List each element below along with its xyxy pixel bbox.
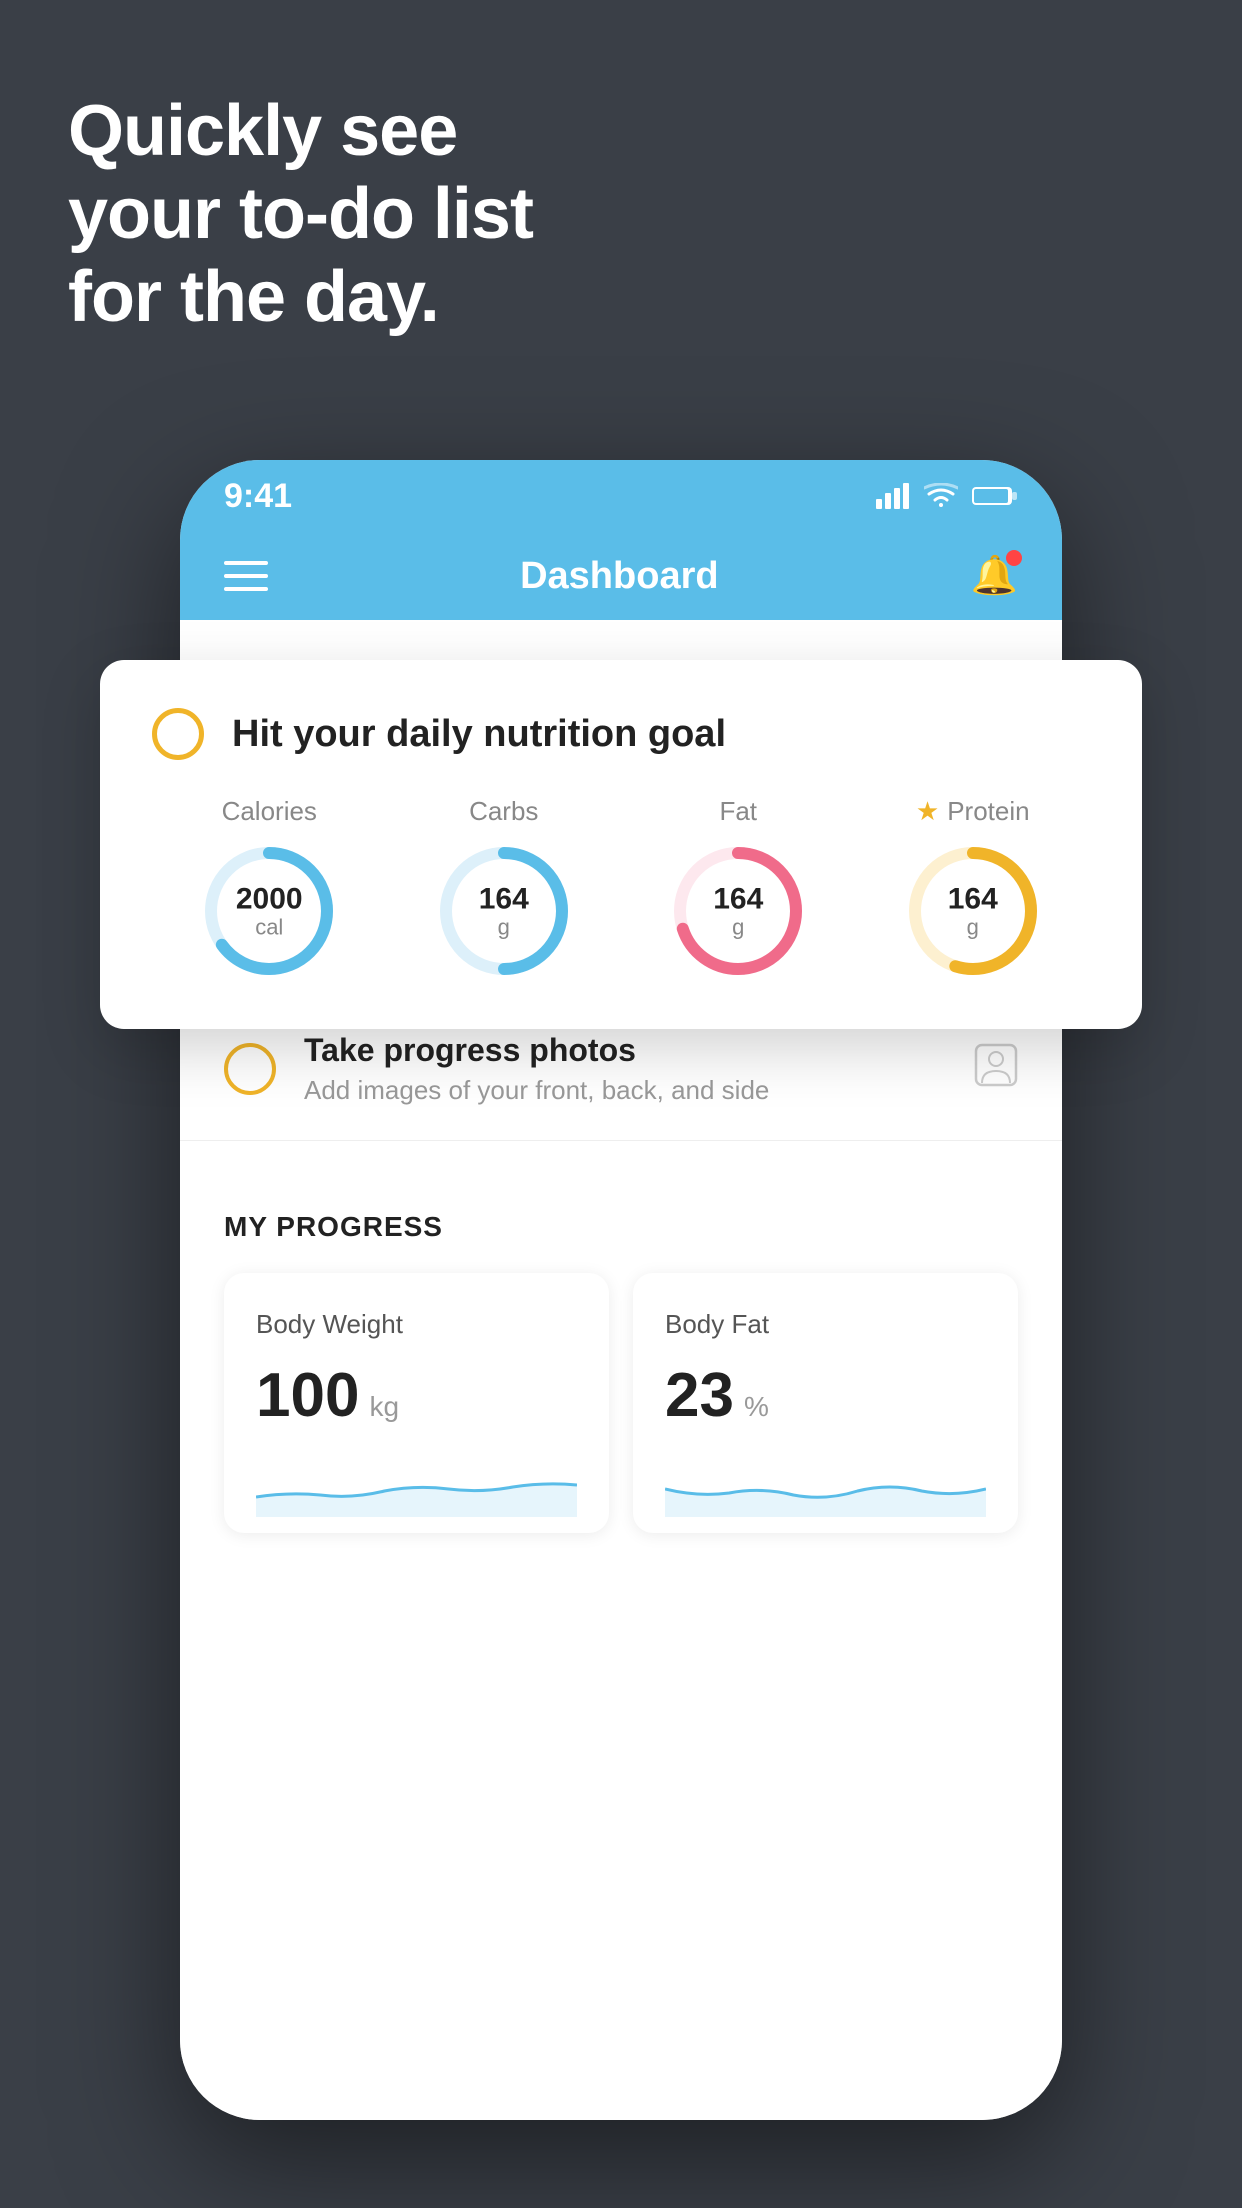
- status-bar: 9:41: [180, 460, 1062, 532]
- progress-header: MY PROGRESS: [224, 1211, 1018, 1243]
- todo-subtitle-photos: Add images of your front, back, and side: [304, 1075, 946, 1106]
- body-weight-value-row: 100 kg: [256, 1360, 577, 1431]
- nutrition-calories: Calories 2000 cal: [199, 796, 339, 981]
- hero-line2: your to-do list: [68, 173, 533, 256]
- carbs-value: 164 g: [479, 882, 529, 939]
- nutrition-protein: ★ Protein 164 g: [903, 796, 1043, 981]
- status-time: 9:41: [224, 477, 292, 516]
- body-weight-title: Body Weight: [256, 1309, 577, 1340]
- body-weight-unit: kg: [369, 1391, 399, 1423]
- calories-value: 2000 cal: [236, 882, 303, 939]
- body-fat-chart: [665, 1447, 986, 1517]
- body-fat-title: Body Fat: [665, 1309, 986, 1340]
- carbs-label: Carbs: [469, 796, 538, 827]
- notification-dot: [1006, 550, 1022, 566]
- protein-label: ★ Protein: [916, 796, 1030, 827]
- protein-star-icon: ★: [916, 796, 939, 827]
- carbs-circle: 164 g: [434, 841, 574, 981]
- protein-value: 164 g: [948, 882, 998, 939]
- nutrition-check-circle[interactable]: [152, 708, 204, 760]
- todo-check-photos[interactable]: [224, 1043, 276, 1095]
- body-fat-unit: %: [744, 1391, 769, 1423]
- protein-circle: 164 g: [903, 841, 1043, 981]
- body-fat-value: 23: [665, 1360, 734, 1431]
- wifi-icon: [924, 483, 958, 509]
- hero-text: Quickly see your to-do list for the day.: [68, 90, 533, 338]
- nutrition-card: Hit your daily nutrition goal Calories 2…: [100, 660, 1142, 1029]
- progress-cards: Body Weight 100 kg Body Fat 23 %: [224, 1273, 1018, 1533]
- body-weight-chart: [256, 1447, 577, 1517]
- nutrition-card-title: Hit your daily nutrition goal: [232, 713, 726, 756]
- calories-label: Calories: [222, 796, 317, 827]
- body-fat-value-row: 23 %: [665, 1360, 986, 1431]
- todo-title-photos: Take progress photos: [304, 1032, 946, 1069]
- progress-section: MY PROGRESS Body Weight 100 kg Body Fat: [180, 1171, 1062, 1533]
- person-icon: [974, 1043, 1018, 1096]
- nutrition-row: Calories 2000 cal Carbs: [152, 796, 1090, 981]
- bell-button[interactable]: 🔔: [971, 554, 1018, 598]
- hamburger-menu[interactable]: [224, 561, 268, 591]
- hero-line3: for the day.: [68, 256, 533, 339]
- body-fat-card[interactable]: Body Fat 23 %: [633, 1273, 1018, 1533]
- body-weight-card[interactable]: Body Weight 100 kg: [224, 1273, 609, 1533]
- signal-icon: [876, 483, 910, 509]
- nutrition-carbs: Carbs 164 g: [434, 796, 574, 981]
- status-icons: [876, 483, 1018, 509]
- fat-value: 164 g: [713, 882, 763, 939]
- nutrition-fat: Fat 164 g: [668, 796, 808, 981]
- calories-circle: 2000 cal: [199, 841, 339, 981]
- body-weight-value: 100: [256, 1360, 359, 1431]
- app-header: Dashboard 🔔: [180, 532, 1062, 620]
- battery-icon: [972, 484, 1018, 508]
- card-title-row: Hit your daily nutrition goal: [152, 708, 1090, 760]
- hero-line1: Quickly see: [68, 90, 533, 173]
- fat-label: Fat: [719, 796, 757, 827]
- fat-circle: 164 g: [668, 841, 808, 981]
- todo-text-photos: Take progress photos Add images of your …: [304, 1032, 946, 1106]
- header-title: Dashboard: [520, 555, 718, 598]
